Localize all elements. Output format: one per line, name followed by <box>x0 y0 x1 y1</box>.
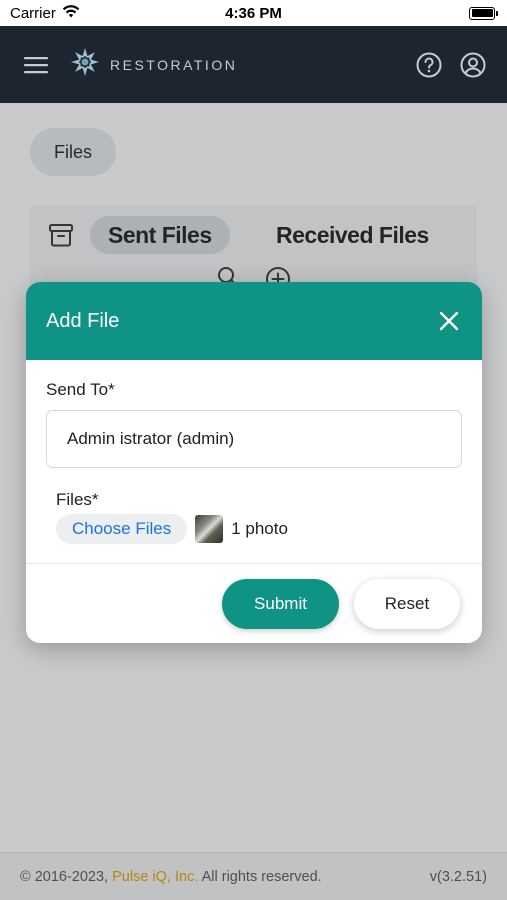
files-label: Files* <box>56 490 99 509</box>
help-icon[interactable] <box>415 51 443 79</box>
selected-file-count: 1 photo <box>231 519 288 538</box>
reset-button[interactable]: Reset <box>354 578 460 629</box>
brand-name: RESTORATION <box>110 56 238 73</box>
submit-button[interactable]: Submit <box>222 578 339 629</box>
modal-footer: Submit Reset <box>26 564 482 643</box>
hamburger-menu-icon[interactable] <box>22 51 50 79</box>
close-icon[interactable] <box>436 308 462 334</box>
wifi-icon <box>62 4 80 22</box>
choose-files-button[interactable]: Choose Files <box>56 514 188 544</box>
brand-logo-icon <box>70 47 100 82</box>
send-to-field[interactable]: Admin istrator (admin) <box>46 410 462 468</box>
file-picker: Choose Files 1 photo <box>56 514 462 544</box>
send-to-value: Admin istrator (admin) <box>67 429 235 448</box>
carrier-label: Carrier <box>10 4 56 22</box>
battery-icon <box>469 6 498 20</box>
modal-header: Add File <box>26 282 482 360</box>
add-file-modal: Add File Send To* Admin istrator (admin)… <box>26 282 482 643</box>
modal-body: Send To* Admin istrator (admin) Files* C… <box>26 360 482 564</box>
user-account-icon[interactable] <box>459 51 487 79</box>
photo-thumbnail <box>195 515 224 543</box>
brand[interactable]: RESTORATION <box>70 47 237 82</box>
top-navbar: RESTORATION <box>0 26 507 103</box>
send-to-label: Send To* <box>46 380 115 399</box>
modal-title: Add File <box>46 309 120 332</box>
status-bar: Carrier 4:36 PM <box>0 0 507 26</box>
